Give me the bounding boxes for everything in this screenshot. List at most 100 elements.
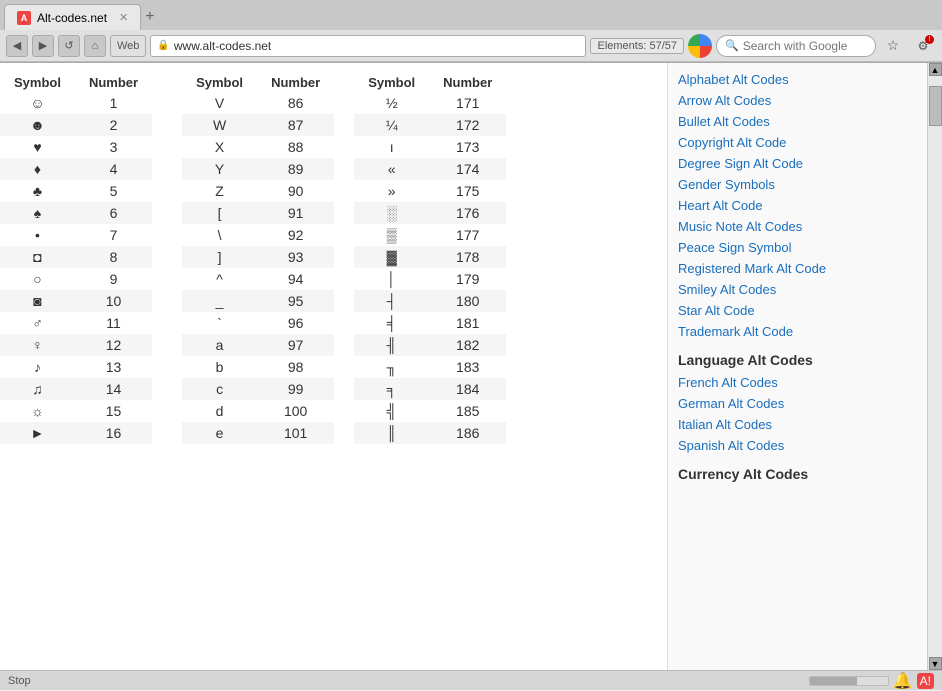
symbol-cell: ♂ (0, 312, 75, 334)
symbol-cell: e (182, 422, 257, 444)
notification-panel-icon[interactable]: 🔔 (893, 671, 913, 691)
bookmark-icon[interactable]: ☆ (880, 33, 906, 59)
sidebar-link[interactable]: Registered Mark Alt Code (676, 258, 927, 279)
symbol-cell: Y (182, 158, 257, 180)
table-row: ♣5 (0, 180, 152, 202)
sidebar-section3-title: Currency Alt Codes (676, 466, 927, 482)
extension-icon[interactable]: A! (917, 673, 934, 689)
browser-tab[interactable]: A Alt-codes.net ✕ (4, 4, 141, 30)
table-row: «174 (354, 158, 506, 180)
number-cell: 172 (429, 114, 506, 136)
number-cell: 180 (429, 290, 506, 312)
table-row: ▓178 (354, 246, 506, 268)
symbol-cell: ○ (0, 268, 75, 290)
table1-number-header: Number (75, 73, 152, 92)
progress-bar-container (809, 676, 889, 686)
table3-number-header: Number (429, 73, 506, 92)
sidebar-link[interactable]: Smiley Alt Codes (676, 279, 927, 300)
sidebar-link[interactable]: Peace Sign Symbol (676, 237, 927, 258)
elements-value: 57/57 (649, 40, 677, 52)
table-row: ¼172 (354, 114, 506, 136)
number-cell: 177 (429, 224, 506, 246)
search-icon: 🔍 (725, 39, 739, 52)
symbol-cell: W (182, 114, 257, 136)
table-row: W87 (182, 114, 334, 136)
sidebar-link[interactable]: Degree Sign Alt Code (676, 153, 927, 174)
number-cell: 175 (429, 180, 506, 202)
number-cell: 7 (75, 224, 152, 246)
table-spacer-2 (334, 73, 354, 444)
number-cell: 184 (429, 378, 506, 400)
number-cell: 14 (75, 378, 152, 400)
symbol-cell: ╢ (354, 334, 429, 356)
symbol-cell: b (182, 356, 257, 378)
sidebar-link[interactable]: Star Alt Code (676, 300, 927, 321)
table-2: Symbol Number V86W87X88Y89Z90[91\92]93^9… (182, 73, 334, 444)
sidebar-links-section2: French Alt CodesGerman Alt CodesItalian … (676, 372, 927, 456)
scrollbar-down[interactable]: ▼ (929, 657, 942, 670)
table-row: ♫14 (0, 378, 152, 400)
sidebar-link[interactable]: Italian Alt Codes (676, 414, 927, 435)
number-cell: 186 (429, 422, 506, 444)
sidebar-link[interactable]: Arrow Alt Codes (676, 90, 927, 111)
new-tab-button[interactable]: + (145, 8, 154, 26)
symbol-cell: ╕ (354, 378, 429, 400)
symbol-cell: ♫ (0, 378, 75, 400)
menu-icon[interactable]: ⚙ ! (910, 33, 936, 59)
table-row: ]93 (182, 246, 334, 268)
address-input[interactable] (174, 39, 580, 53)
sidebar-link[interactable]: German Alt Codes (676, 393, 927, 414)
reload-button[interactable]: ↺ (58, 35, 80, 57)
tab-close-icon[interactable]: ✕ (119, 11, 128, 24)
table-row: │179 (354, 268, 506, 290)
number-cell: 181 (429, 312, 506, 334)
address-bar-container[interactable]: 🔒 (150, 35, 586, 57)
forward-button[interactable]: ▶ (32, 35, 54, 57)
home-button[interactable]: ⌂ (84, 35, 106, 57)
symbol-cell: ♥ (0, 136, 75, 158)
number-cell: 92 (257, 224, 334, 246)
table-row: Z90 (182, 180, 334, 202)
search-bar-container[interactable]: 🔍 (716, 35, 876, 57)
elements-label: Elements: (597, 40, 646, 52)
number-cell: 10 (75, 290, 152, 312)
stop-button[interactable]: Stop (8, 675, 31, 687)
symbol-cell: ◙ (0, 290, 75, 312)
number-cell: 90 (257, 180, 334, 202)
sidebar-link[interactable]: Music Note Alt Codes (676, 216, 927, 237)
number-cell: 86 (257, 92, 334, 114)
number-cell: 15 (75, 400, 152, 422)
sidebar-link[interactable]: Heart Alt Code (676, 195, 927, 216)
scrollbar[interactable]: ▲ ▼ (927, 63, 942, 670)
sidebar-link[interactable]: Alphabet Alt Codes (676, 69, 927, 90)
symbol-cell: ▒ (354, 224, 429, 246)
symbol-cell: d (182, 400, 257, 422)
table-row: d100 (182, 400, 334, 422)
address-icon: 🔒 (157, 40, 169, 51)
number-cell: 91 (257, 202, 334, 224)
table-row: ○9 (0, 268, 152, 290)
table-row: ı173 (354, 136, 506, 158)
number-cell: 179 (429, 268, 506, 290)
scrollbar-up[interactable]: ▲ (929, 63, 942, 76)
sidebar-link[interactable]: Trademark Alt Code (676, 321, 927, 342)
symbol-cell: ♪ (0, 356, 75, 378)
table-row: ♥3 (0, 136, 152, 158)
sidebar-link[interactable]: Bullet Alt Codes (676, 111, 927, 132)
progress-bar (810, 677, 857, 685)
back-button[interactable]: ◀ (6, 35, 28, 57)
symbol-cell: ║ (354, 422, 429, 444)
table-row: •7 (0, 224, 152, 246)
number-cell: 87 (257, 114, 334, 136)
search-input[interactable] (743, 39, 863, 53)
symbol-cell: ▓ (354, 246, 429, 268)
scrollbar-thumb[interactable] (929, 86, 942, 126)
number-cell: 96 (257, 312, 334, 334)
table-row: ╣185 (354, 400, 506, 422)
sidebar-link[interactable]: Gender Symbols (676, 174, 927, 195)
table-row: [91 (182, 202, 334, 224)
sidebar-link[interactable]: Spanish Alt Codes (676, 435, 927, 456)
table-row: a97 (182, 334, 334, 356)
sidebar-link[interactable]: Copyright Alt Code (676, 132, 927, 153)
sidebar-link[interactable]: French Alt Codes (676, 372, 927, 393)
